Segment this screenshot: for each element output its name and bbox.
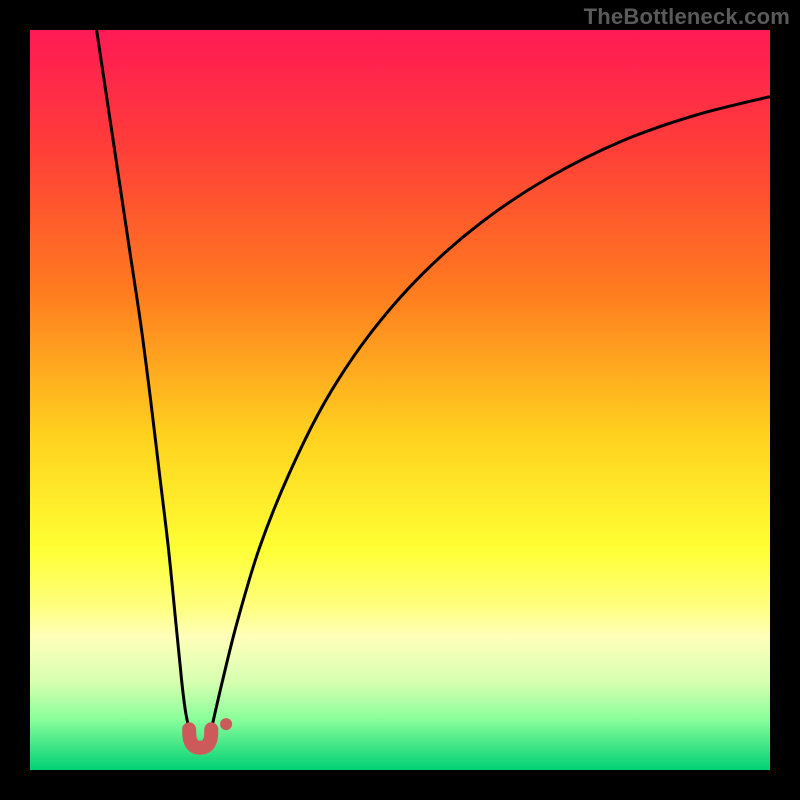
attribution-text: TheBottleneck.com	[584, 4, 790, 30]
side-dot-marker	[220, 718, 232, 730]
gradient-rect	[30, 30, 770, 770]
bottleneck-chart	[30, 30, 770, 770]
